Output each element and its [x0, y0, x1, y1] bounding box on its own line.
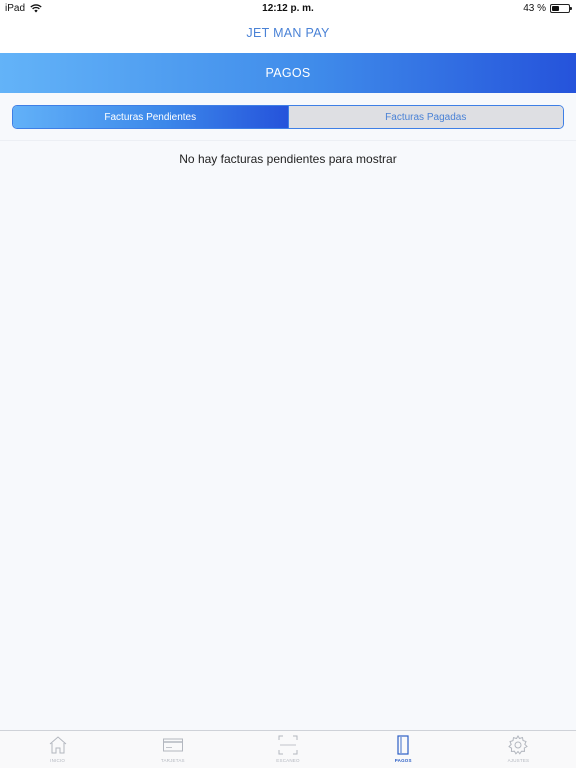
card-icon [162, 738, 183, 752]
tab-label: INICIO [50, 758, 66, 763]
status-time: 12:12 p. m. [262, 3, 314, 14]
page-title: PAGOS [265, 66, 311, 80]
app-title-bar: JET MAN PAY [0, 18, 576, 53]
segment-paid-invoices[interactable]: Facturas Pagadas [287, 106, 563, 128]
bill-icon [397, 735, 409, 755]
segment-pending-invoices[interactable]: Facturas Pendientes [13, 106, 288, 128]
battery-fill [552, 6, 559, 11]
battery-icon [550, 4, 572, 13]
section-header: PAGOS [0, 53, 576, 93]
tab-inicio[interactable]: INICIO [0, 731, 115, 768]
gear-icon [508, 735, 529, 755]
tab-label: PAGOS [394, 758, 412, 763]
tab-ajustes[interactable]: AJUSTES [461, 731, 576, 768]
tab-pagos[interactable]: PAGOS [346, 731, 461, 768]
scan-icon [278, 735, 298, 755]
invoice-segmented-control: Facturas Pendientes Facturas Pagadas [12, 105, 564, 129]
status-bar: iPad 12:12 p. m. 43 % [0, 0, 576, 18]
tab-escaneo[interactable]: ESCANEO [230, 731, 345, 768]
tab-label: ESCANEO [276, 758, 300, 763]
home-icon [49, 736, 66, 754]
empty-state-message: No hay facturas pendientes para mostrar [179, 152, 397, 166]
battery-percent: 43 % [523, 3, 546, 14]
tab-label: TARJETAS [160, 758, 185, 763]
content-divider [0, 140, 576, 141]
tab-label: AJUSTES [507, 758, 530, 763]
tab-bar: INICIO TARJETAS ESCANEO PAGOS AJUSTES [0, 730, 576, 768]
app-title: JET MAN PAY [246, 26, 330, 40]
tab-tarjetas[interactable]: TARJETAS [115, 731, 230, 768]
status-right: 43 % [523, 3, 572, 14]
